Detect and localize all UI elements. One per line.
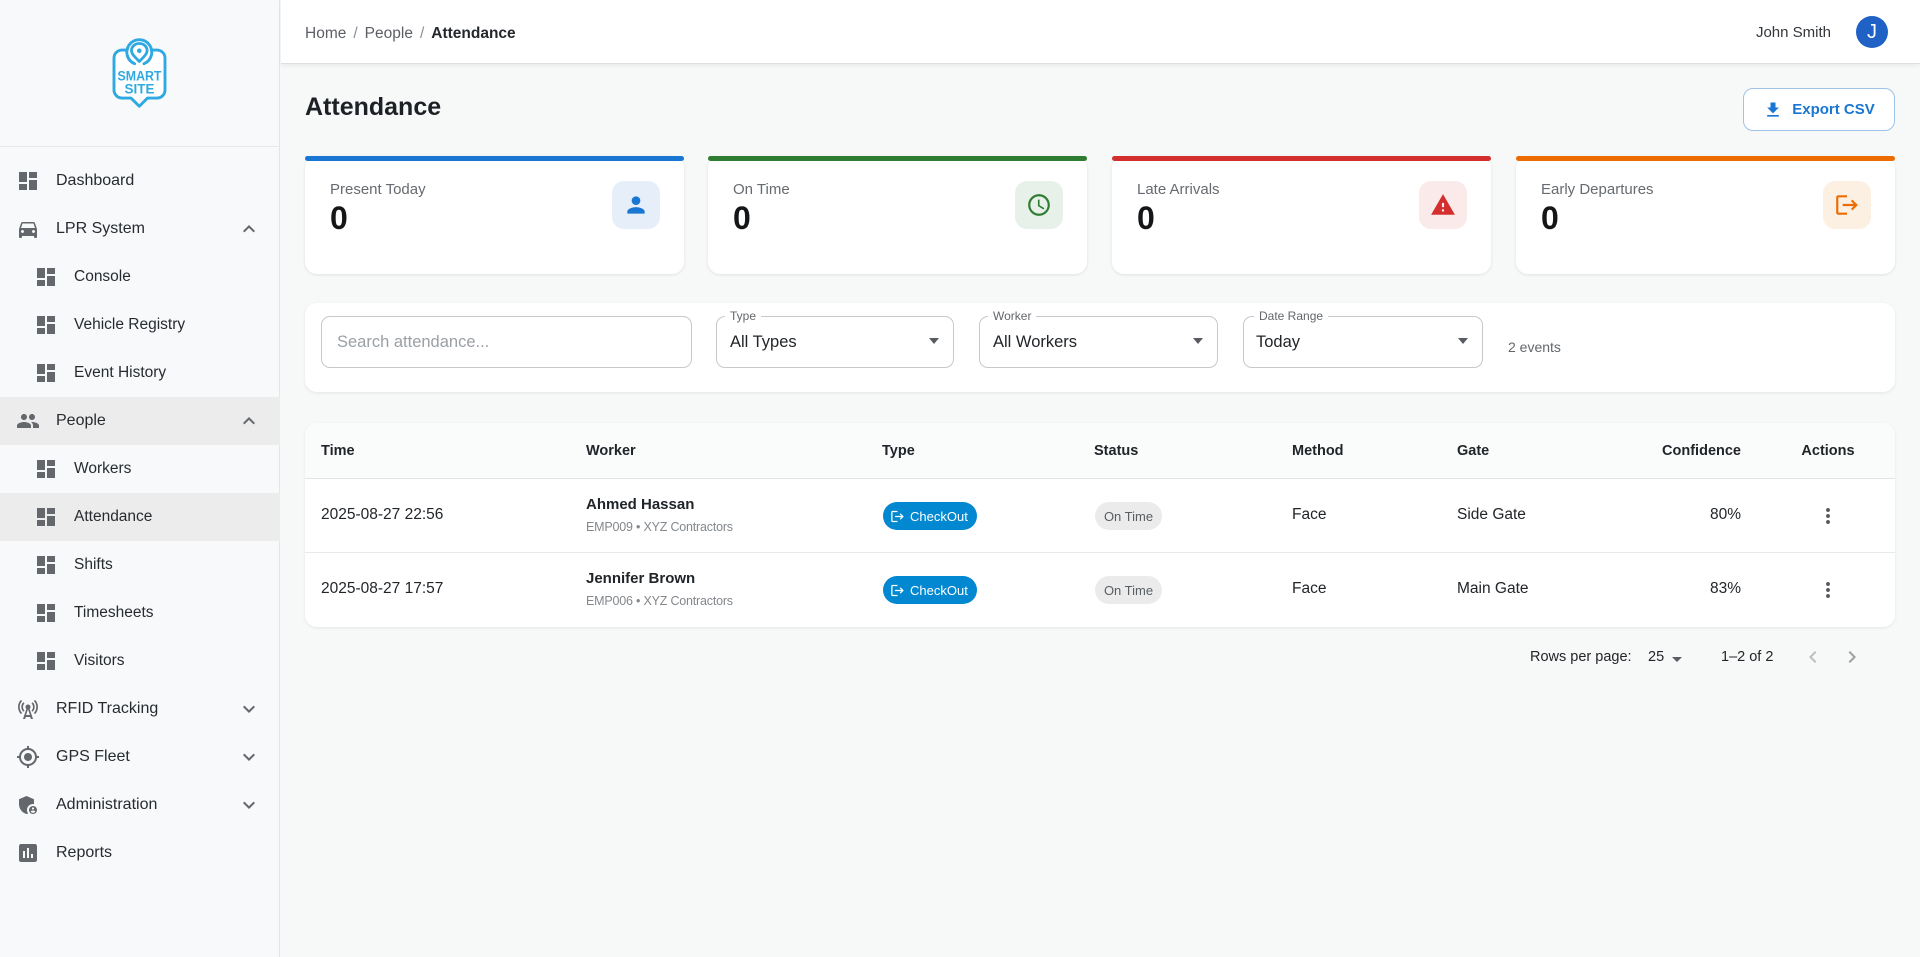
- svg-text:SITE: SITE: [125, 82, 155, 97]
